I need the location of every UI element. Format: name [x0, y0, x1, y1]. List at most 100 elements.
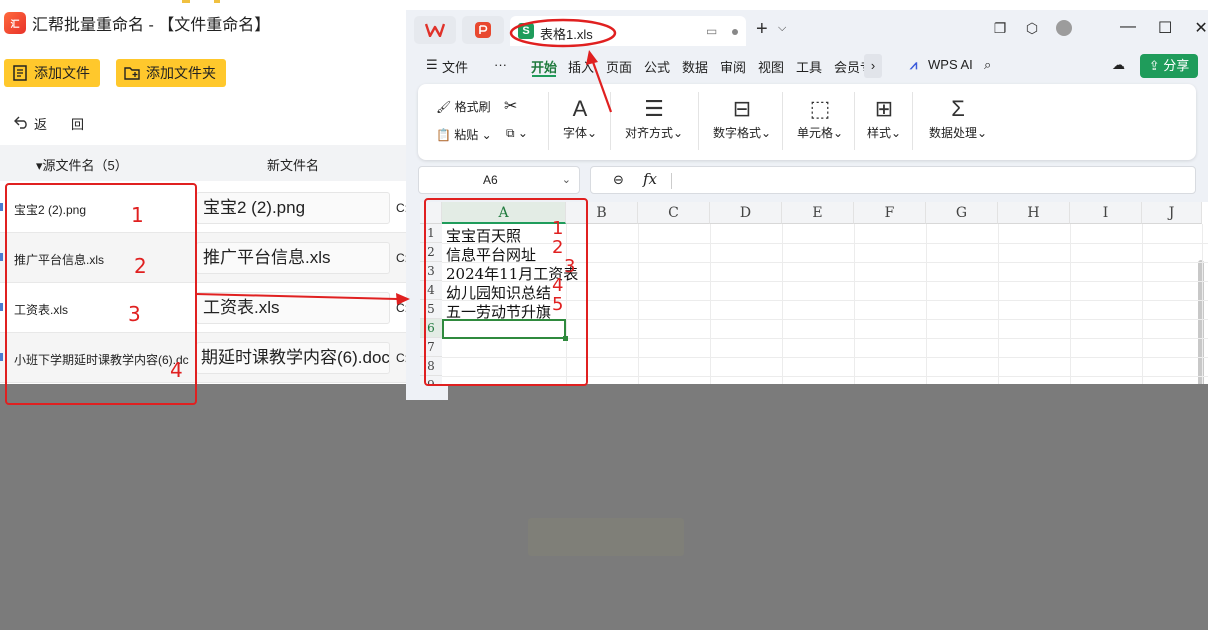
new-name-input[interactable]: 推广平台信息.xls	[196, 242, 390, 274]
add-folder-button[interactable]: 添加文件夹	[116, 59, 226, 87]
new-name-input[interactable]: 期延时课教学内容(6).docx	[196, 342, 390, 374]
add-file-button[interactable]: 添加文件	[4, 59, 100, 87]
name-box[interactable]: A6 ⌄	[418, 166, 580, 194]
new-tab-icon[interactable]: +	[756, 18, 768, 41]
format-painter-button[interactable]: 🖌 格式刷	[436, 98, 491, 115]
minimize-icon[interactable]: —	[1120, 18, 1136, 38]
fx-icon[interactable]: fx	[643, 170, 657, 188]
paste-button[interactable]: 📋 粘贴 ⌄	[436, 126, 492, 143]
share-label: 分享	[1163, 58, 1190, 73]
column-header[interactable]: G	[926, 202, 998, 224]
menu-more[interactable]: ···	[494, 57, 507, 72]
grid-line	[710, 224, 711, 400]
column-header[interactable]: J	[1142, 202, 1202, 224]
column-header[interactable]: B	[566, 202, 638, 224]
tab-tools[interactable]: 工具	[796, 57, 822, 76]
document-tab[interactable]: S 表格1.xls ▭	[510, 16, 746, 46]
chevron-right-icon[interactable]: ›	[864, 54, 882, 78]
file-type-marker	[0, 353, 3, 361]
fill-handle[interactable]	[563, 336, 568, 341]
font-button[interactable]: A 字体⌄	[560, 94, 600, 141]
close-icon[interactable]: ✕	[1194, 18, 1207, 38]
hamburger-icon[interactable]: ☰	[426, 57, 438, 73]
file-row[interactable]: 工资表.xls 工资表.xls C:	[0, 283, 410, 333]
tab-view[interactable]: 视图	[758, 57, 784, 76]
style-label: 样式	[866, 126, 891, 140]
document-tab-name: 表格1.xls	[540, 27, 593, 42]
cell-a2[interactable]: 信息平台网址	[446, 244, 536, 265]
annotation-number: 1	[131, 203, 144, 227]
number-format-button[interactable]: ⊟ 数字格式⌄	[706, 94, 778, 141]
row-header[interactable]: 1	[420, 224, 442, 243]
tab-page[interactable]: 页面	[606, 57, 632, 76]
column-header[interactable]: H	[998, 202, 1070, 224]
data-process-button[interactable]: Σ 数据处理⌄	[922, 94, 994, 141]
new-name-input[interactable]: 工资表.xls	[196, 292, 390, 324]
unsaved-dot-icon[interactable]	[732, 29, 738, 35]
wps-ai-icon[interactable]: ⩘	[910, 57, 917, 73]
chevron-down-icon[interactable]: ⌄	[562, 167, 571, 193]
select-all-corner[interactable]	[420, 202, 442, 224]
cube-icon[interactable]: ⬡	[1024, 20, 1040, 36]
cell-a4[interactable]: 幼儿园知识总结	[446, 282, 551, 303]
tile-windows-icon[interactable]: ❐	[992, 20, 1008, 36]
row-header[interactable]: 5	[420, 300, 442, 319]
col-source-header[interactable]: ▾源文件名（5）	[36, 155, 128, 174]
search-icon[interactable]: ⌕	[984, 57, 991, 73]
zoom-icon[interactable]: ⊖	[613, 172, 624, 188]
tab-formula[interactable]: 公式	[644, 57, 670, 76]
cell-a1[interactable]: 宝宝百天照	[446, 225, 521, 246]
vertical-scrollbar[interactable]	[1196, 230, 1206, 400]
tab-data[interactable]: 数据	[682, 57, 708, 76]
avatar[interactable]	[1056, 20, 1072, 36]
data-process-label: 数据处理	[928, 126, 977, 140]
file-row[interactable]: 宝宝2 (2).png 宝宝2 (2).png C:	[0, 183, 410, 233]
file-row[interactable]: 推广平台信息.xls 推广平台信息.xls C:	[0, 233, 410, 283]
cell-label: 单元格	[796, 126, 833, 140]
row-header[interactable]: 4	[420, 281, 442, 300]
column-header[interactable]: I	[1070, 202, 1142, 224]
back-button[interactable]: 返 回	[14, 114, 84, 133]
cut-icon[interactable]: ✂	[504, 96, 517, 116]
cloud-upload-icon[interactable]: ☁	[1112, 57, 1125, 73]
file-row[interactable]: 小班下学期延时课教学内容(6).dc 期延时课教学内容(6).docx C:	[0, 333, 410, 383]
row-header[interactable]: 2	[420, 243, 442, 262]
row-header[interactable]: 8	[420, 357, 442, 376]
tab-review[interactable]: 审阅	[720, 57, 746, 76]
wps-logo-icon[interactable]	[414, 16, 456, 44]
new-name-input[interactable]: 宝宝2 (2).png	[196, 192, 390, 224]
row-header[interactable]: 7	[420, 338, 442, 357]
wps-ai-button[interactable]: WPS AI	[928, 57, 973, 72]
formula-bar[interactable]: ⊖ fx	[590, 166, 1196, 194]
maximize-icon[interactable]: ☐	[1158, 18, 1172, 38]
chevron-down-icon[interactable]: ⌵	[778, 22, 786, 35]
cell-button[interactable]: ⬚ 单元格⌄	[790, 94, 850, 141]
style-button[interactable]: ⊞ 样式⌄	[862, 94, 906, 141]
column-header[interactable]: D	[710, 202, 782, 224]
grid-line	[638, 224, 639, 400]
column-header[interactable]: F	[854, 202, 926, 224]
active-cell-a6[interactable]	[442, 319, 568, 341]
column-header[interactable]: A	[442, 202, 566, 224]
formula-row: A6 ⌄ ⊖ fx	[418, 166, 1196, 194]
pdf-app-icon[interactable]	[462, 16, 504, 44]
app-title: 汇帮批量重命名 - 【文件重命名】	[32, 17, 271, 34]
col-new-header: 新文件名	[267, 158, 320, 173]
tab-insert[interactable]: 插入	[568, 57, 594, 76]
copy-button[interactable]: ⧉ ⌄	[506, 126, 528, 141]
row-header[interactable]: 3	[420, 262, 442, 281]
share-button[interactable]: ⇪ 分享	[1140, 54, 1198, 78]
row-header[interactable]: 6	[420, 319, 442, 338]
align-button[interactable]: ☰ 对齐方式⌄	[618, 94, 690, 141]
tab-home[interactable]: 开始	[531, 57, 557, 76]
monitor-icon[interactable]: ▭	[706, 24, 717, 38]
column-header[interactable]: E	[782, 202, 854, 224]
add-file-label: 添加文件	[34, 65, 90, 81]
menu-file[interactable]: 文件	[442, 57, 468, 76]
spreadsheet-grid[interactable]: ABCDEFGHIJ123456789宝宝百天照信息平台网址2024年11月工资…	[420, 202, 1208, 400]
tab-member[interactable]: 会员专	[834, 57, 864, 76]
column-header[interactable]: C	[638, 202, 710, 224]
number-format-label: 数字格式	[712, 126, 761, 140]
sheet-file-icon: S	[518, 23, 534, 39]
grid-line	[442, 357, 1208, 358]
